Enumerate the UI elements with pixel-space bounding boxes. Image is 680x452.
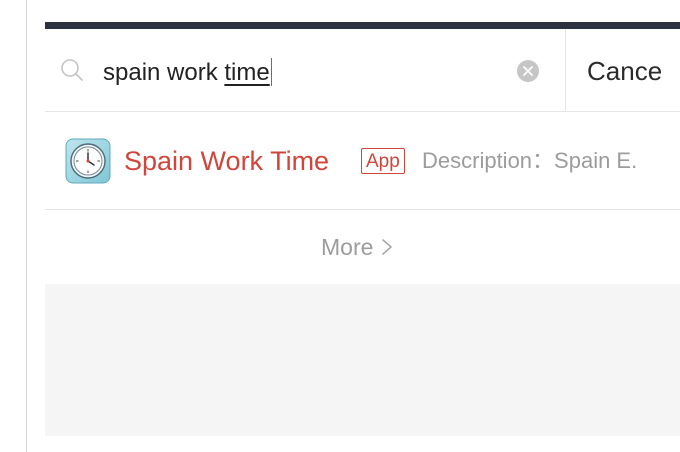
result-description: Description：Spain E. xyxy=(422,148,638,173)
more-link[interactable]: More xyxy=(321,232,393,262)
search-input[interactable]: spain work time xyxy=(103,56,503,92)
chevron-right-icon xyxy=(382,239,393,255)
result-title: Spain Work Time xyxy=(124,146,330,176)
clock-app-icon xyxy=(65,138,111,184)
cancel-button[interactable]: Cance xyxy=(587,53,662,89)
status-bar xyxy=(45,22,680,29)
search-result-item[interactable]: Spain Work Time App Description：Spain E. xyxy=(45,112,680,210)
app-type-badge: App xyxy=(361,148,405,174)
text-caret xyxy=(270,58,273,86)
more-row: More xyxy=(45,210,680,284)
search-screen: spain work time Cance Spain Work Time Ap… xyxy=(26,0,680,452)
empty-results-area xyxy=(45,284,680,436)
search-bar: spain work time Cance xyxy=(45,29,680,112)
search-input-composing-text: time xyxy=(224,59,270,86)
more-label: More xyxy=(321,234,374,260)
search-input-text: spain work xyxy=(103,59,225,86)
search-icon xyxy=(61,59,83,81)
clear-icon[interactable] xyxy=(516,59,540,83)
search-divider xyxy=(565,29,566,111)
